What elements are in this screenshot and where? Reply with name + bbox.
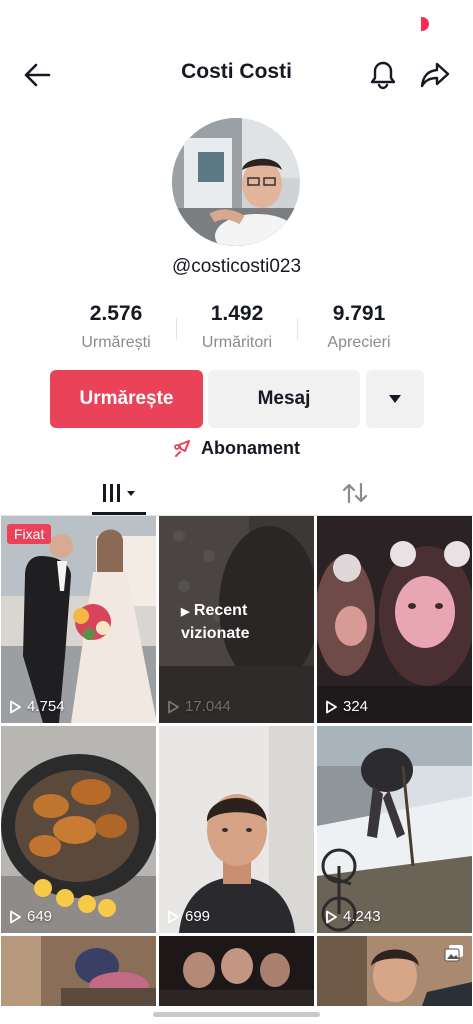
view-count-text: 324 — [343, 698, 369, 715]
back-button[interactable] — [18, 56, 56, 94]
view-count-text: 17.044 — [185, 698, 231, 715]
status-indicator — [421, 17, 429, 31]
grid-icon — [103, 484, 135, 502]
view-count-text: 4.243 — [343, 908, 381, 925]
view-count: 4.754 — [9, 698, 65, 715]
likes-count: 9.791 — [332, 302, 386, 325]
avatar[interactable] — [172, 118, 300, 246]
video-thumbnail-6[interactable]: 4.243 — [317, 726, 472, 933]
share-button[interactable] — [416, 56, 454, 94]
view-count: 699 — [167, 908, 210, 925]
tab-videos[interactable] — [92, 472, 146, 514]
username: @costicosti023 — [171, 256, 302, 277]
play-icon — [10, 910, 21, 923]
share-icon — [420, 62, 450, 88]
suggested-accounts-button[interactable] — [366, 370, 424, 428]
following-stat[interactable]: 2.576 Urmărești — [46, 302, 186, 352]
followers-count: 1.492 — [210, 302, 264, 325]
follow-button[interactable]: Urmărește — [50, 370, 203, 428]
video-thumbnail-3[interactable]: 324 — [317, 516, 472, 723]
recent-label-line2: vizionate — [181, 625, 250, 642]
view-count-text: 4.754 — [27, 698, 65, 715]
play-icon — [326, 910, 337, 923]
view-count: 324 — [325, 698, 368, 715]
repost-icon — [342, 482, 368, 504]
following-label: Urmărești — [81, 334, 151, 351]
view-count: 17.044 — [167, 698, 231, 715]
page-title: Costi Costi — [181, 60, 292, 83]
back-arrow-icon — [24, 63, 51, 87]
subscription-label: Abonament — [201, 438, 300, 458]
tab-reposts[interactable] — [328, 472, 382, 514]
multi-photo-icon — [444, 945, 463, 962]
caret-down-icon — [389, 395, 401, 403]
video-thumbnail-5[interactable]: 699 — [159, 726, 314, 933]
view-count: 649 — [9, 908, 52, 925]
following-count: 2.576 — [89, 302, 143, 325]
video-thumbnail-8[interactable] — [159, 936, 314, 1006]
view-count: 4.243 — [325, 908, 381, 925]
play-icon — [10, 700, 21, 713]
likes-label: Aprecieri — [327, 334, 391, 351]
recently-viewed-label: ▶ Recent vizionate — [181, 602, 250, 642]
bell-icon — [370, 61, 396, 90]
play-icon — [326, 700, 337, 713]
recent-label-line1: Recent — [193, 602, 248, 619]
likes-stat[interactable]: 9.791 Aprecieri — [289, 302, 429, 352]
view-count-text: 649 — [27, 908, 53, 925]
play-icon — [168, 700, 179, 713]
subscription-icon — [174, 439, 190, 457]
play-icon — [168, 910, 179, 923]
notifications-button[interactable] — [364, 56, 402, 94]
message-button[interactable]: Mesaj — [208, 370, 360, 428]
video-thumbnail-4[interactable]: 649 — [1, 726, 156, 933]
video-thumbnail-9[interactable] — [317, 936, 472, 1006]
pinned-badge: Fixat — [7, 524, 52, 544]
video-thumbnail-1[interactable]: Fixat 4.754 — [1, 516, 156, 723]
video-thumbnail-7[interactable] — [1, 936, 156, 1006]
video-thumbnail-2[interactable]: ▶ Recent vizionate 17.044 — [159, 516, 314, 723]
home-indicator — [153, 1012, 320, 1017]
followers-label: Urmăritori — [201, 334, 273, 351]
view-count-text: 699 — [185, 908, 211, 925]
subscription-link[interactable]: Abonament — [0, 438, 473, 459]
followers-stat[interactable]: 1.492 Urmăritori — [167, 302, 307, 352]
